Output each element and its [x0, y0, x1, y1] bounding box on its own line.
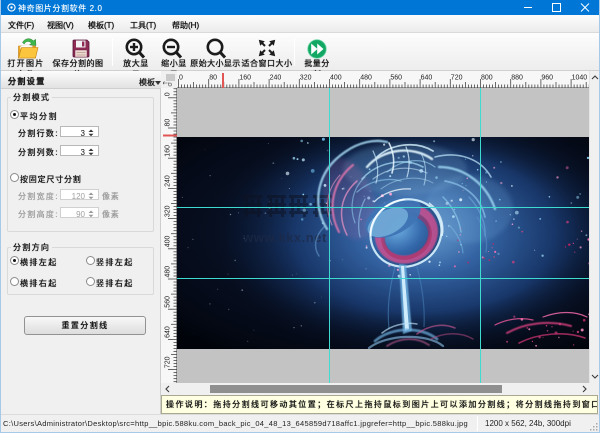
svg-text:560: 560: [165, 296, 172, 308]
svg-text:320: 320: [165, 205, 172, 217]
svg-text:400: 400: [165, 236, 172, 248]
svg-text:80: 80: [165, 119, 172, 127]
svg-text:240: 240: [165, 175, 172, 187]
svg-text:240: 240: [270, 75, 282, 82]
svg-text:400: 400: [330, 75, 342, 82]
svg-text:720: 720: [451, 75, 463, 82]
svg-text:640: 640: [421, 75, 433, 82]
svg-text:0: 0: [179, 75, 183, 82]
svg-text:www.kkx.net: www.kkx.net: [242, 230, 327, 245]
svg-text:0: 0: [165, 92, 172, 96]
svg-text:640: 640: [165, 326, 172, 338]
svg-text:880: 880: [511, 75, 523, 82]
svg-text:320: 320: [300, 75, 312, 82]
svg-text:560: 560: [390, 75, 402, 82]
svg-text:160: 160: [239, 75, 251, 82]
svg-text:80: 80: [209, 75, 217, 82]
svg-text:960: 960: [541, 75, 553, 82]
svg-text:720: 720: [165, 356, 172, 368]
svg-text:160: 160: [165, 145, 172, 157]
svg-text:480: 480: [165, 266, 172, 278]
svg-text:480: 480: [360, 75, 372, 82]
svg-text:1040: 1040: [572, 75, 588, 82]
svg-text:800: 800: [481, 75, 493, 82]
